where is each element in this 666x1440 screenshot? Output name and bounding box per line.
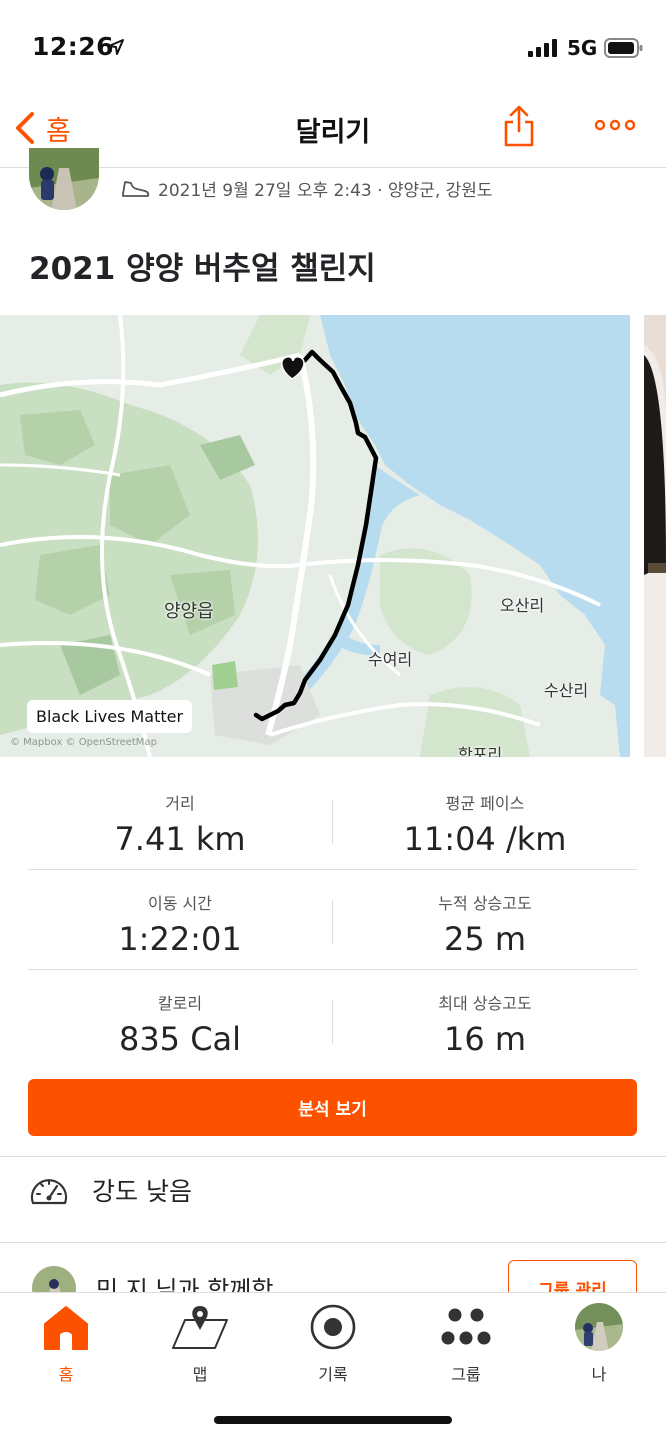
divider <box>0 1242 666 1243</box>
stat-value: 835 Cal <box>118 1020 242 1058</box>
group-row: 민 지 님과 함께함 그룹 관리 <box>0 1260 666 1292</box>
activity-title: 2021 양양 버추얼 챌린지 <box>29 251 376 287</box>
stat-moving-time: 이동 시간 1:22:01 <box>28 870 332 970</box>
intensity-label: 강도 낮음 <box>92 1177 192 1206</box>
stat-value: 1:22:01 <box>118 920 242 958</box>
stat-value: 25 m <box>443 920 527 958</box>
nav-bar: 홈 달리기 <box>0 96 666 168</box>
stat-label: 거리 <box>165 794 195 813</box>
map-label-hakpori: 학포리 <box>458 745 503 757</box>
route-map[interactable]: 양양읍 오산리 수여리 수산리 학포리 <box>0 315 630 757</box>
athlete-avatar[interactable] <box>29 148 99 210</box>
blm-badge: Black Lives Matter <box>27 700 193 733</box>
shoe-icon <box>122 180 150 197</box>
stat-label: 평균 페이스 <box>445 794 525 813</box>
stat-value: 16 m <box>443 1020 527 1058</box>
group-avatar[interactable] <box>32 1266 76 1292</box>
page-title: 달리기 <box>295 117 371 148</box>
map-attribution: © Mapbox © OpenStreetMap <box>10 737 157 748</box>
stat-avg-pace: 평균 페이스 11:04 /km <box>333 770 637 870</box>
activity-meta: 2021년 9월 27일 오후 2:43 · 양양군, 강원도 <box>120 176 493 201</box>
divider <box>0 1156 666 1157</box>
stat-label: 최대 상승고도 <box>438 994 532 1013</box>
tab-profile[interactable]: 나 <box>549 1301 649 1385</box>
manage-group-button[interactable]: 그룹 관리 <box>508 1260 637 1292</box>
stat-elevation-gain: 누적 상승고도 25 m <box>333 870 637 970</box>
stats-row: 칼로리 835 Cal 최대 상승고도 16 m <box>28 970 637 1070</box>
location-arrow-icon <box>108 39 124 55</box>
home-icon <box>44 1306 88 1350</box>
more-icon[interactable] <box>594 118 636 132</box>
stats-row: 거리 7.41 km 평균 페이스 11:04 /km <box>28 770 637 870</box>
activity-date-location: 2021년 9월 27일 오후 2:43 · 양양군, 강원도 <box>158 181 493 201</box>
stat-distance: 거리 7.41 km <box>28 770 332 870</box>
groups-icon <box>441 1308 491 1345</box>
tab-label: 그룹 <box>451 1365 481 1384</box>
tab-home[interactable]: 홈 <box>16 1301 116 1385</box>
status-bar: 12:26 5G <box>0 0 666 96</box>
stat-label: 칼로리 <box>157 994 203 1013</box>
map-label-susanri: 수산리 <box>544 681 589 700</box>
photo-thumbnail[interactable] <box>644 315 666 757</box>
stat-calories: 칼로리 835 Cal <box>28 970 332 1070</box>
map-label-town: 양양읍 <box>164 601 214 622</box>
map-label-osanri: 오산리 <box>500 596 545 615</box>
stat-label: 누적 상승고도 <box>438 894 532 913</box>
share-icon[interactable] <box>502 104 536 148</box>
stat-label: 이동 시간 <box>148 894 212 913</box>
view-analysis-button[interactable]: 분석 보기 <box>28 1079 637 1136</box>
stats-row: 이동 시간 1:22:01 누적 상승고도 25 m <box>28 870 637 970</box>
map-icon <box>172 1306 228 1349</box>
signal-icon <box>528 39 557 57</box>
gauge-icon <box>30 1179 68 1205</box>
tab-label: 기록 <box>318 1365 348 1384</box>
tab-label: 홈 <box>58 1365 74 1384</box>
stat-value: 11:04 /km <box>403 820 567 858</box>
record-icon <box>310 1304 356 1350</box>
tab-record[interactable]: 기록 <box>283 1301 383 1385</box>
profile-avatar <box>575 1303 623 1351</box>
tab-label: 맵 <box>192 1365 208 1384</box>
network-label: 5G <box>567 36 598 60</box>
map-label-suyeori: 수여리 <box>368 650 413 669</box>
tab-groups[interactable]: 그룹 <box>416 1301 516 1385</box>
group-with-text: 민 지 님과 함께함 <box>96 1276 274 1292</box>
tab-map[interactable]: 맵 <box>150 1301 250 1385</box>
home-indicator <box>214 1416 452 1424</box>
status-time: 12:26 <box>32 32 115 61</box>
stat-value: 7.41 km <box>114 820 246 858</box>
intensity-row[interactable]: 강도 낮음 <box>28 1172 192 1208</box>
battery-icon <box>604 38 643 58</box>
tab-label: 나 <box>591 1365 607 1384</box>
stats-grid: 거리 7.41 km 평균 페이스 11:04 /km 이동 시간 1:22:0… <box>28 770 637 1070</box>
stat-max-elevation: 최대 상승고도 16 m <box>333 970 637 1070</box>
